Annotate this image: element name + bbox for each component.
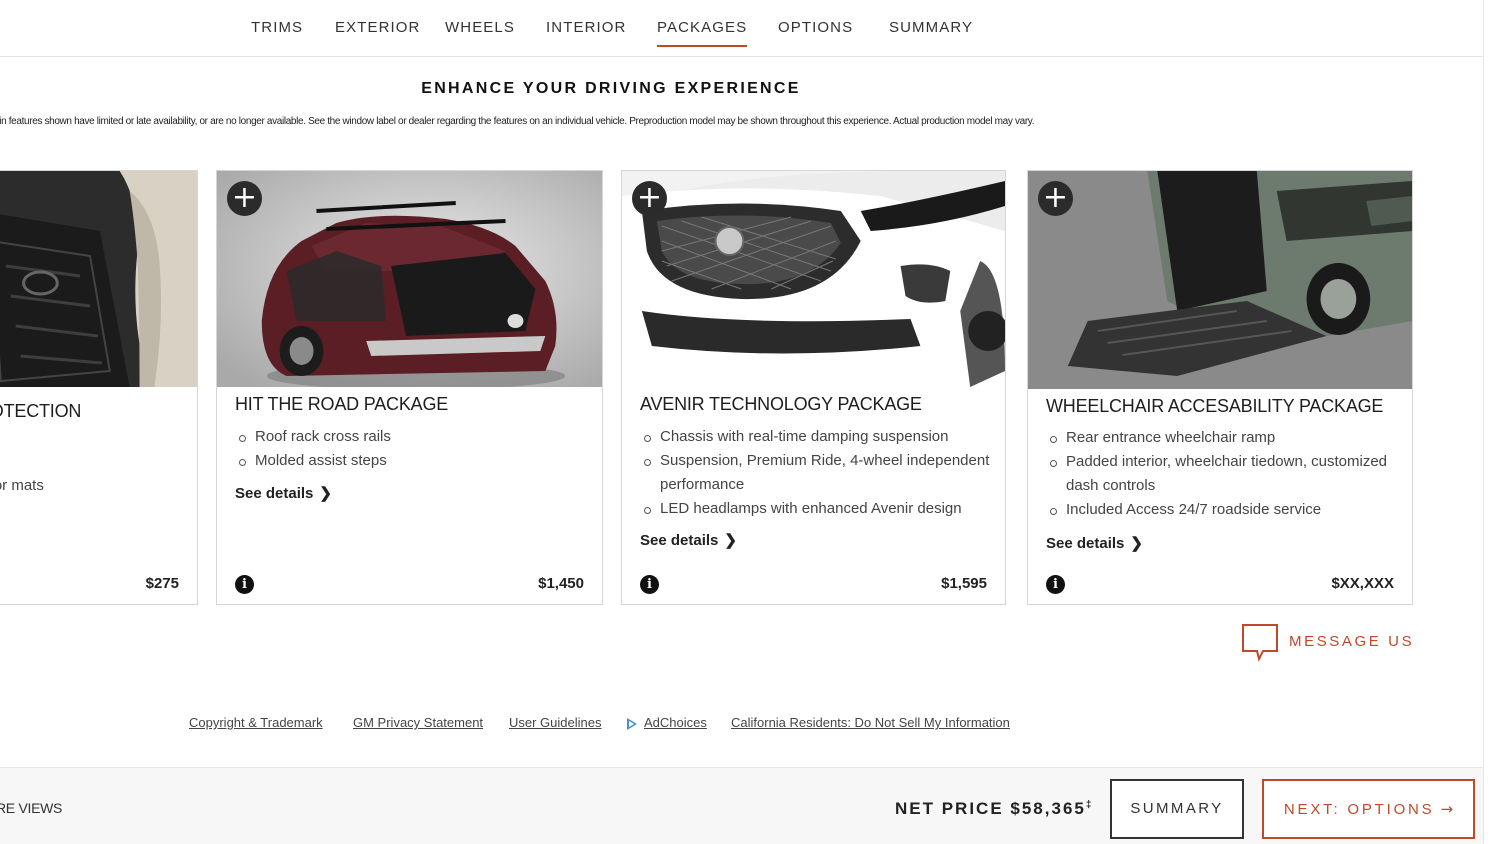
feature-list: Chassis with real-time damping suspensio… — [640, 425, 995, 521]
tab-options[interactable]: OPTIONS — [778, 19, 853, 36]
package-card-wheelchair-accessibility[interactable]: + WHEELCHAIR ACCESABILITY PACKAGE Rear e… — [1027, 170, 1413, 605]
package-title: HIT THE ROAD PACKAGE — [235, 394, 449, 414]
privacy-statement-link[interactable]: GM Privacy Statement — [353, 715, 483, 730]
tab-interior[interactable]: INTERIOR — [546, 19, 626, 36]
chevron-right-icon: ❯ — [724, 532, 737, 549]
feature-item: Included Access 24/7 roadside service — [1046, 498, 1406, 522]
package-price: $275 — [145, 575, 179, 592]
tab-exterior[interactable]: EXTERIOR — [335, 19, 420, 36]
see-details-label: See details — [1046, 535, 1125, 552]
feature-list: Rear entrance wheelchair ramp Padded int… — [1046, 426, 1406, 522]
next-options-button[interactable]: NEXT: OPTIONS → — [1262, 779, 1475, 839]
net-price-footnote-mark: ‡ — [1085, 799, 1092, 811]
feature-list: Roof rack cross rails Molded assist step… — [235, 425, 391, 473]
see-details-label: See details — [235, 485, 314, 502]
user-guidelines-link[interactable]: User Guidelines — [509, 715, 602, 730]
info-icon[interactable]: i — [235, 575, 254, 594]
price-summary-bar: RE VIEWS NET PRICE $58,365‡ SUMMARY NEXT… — [0, 767, 1483, 844]
tab-packages[interactable]: PACKAGES — [657, 19, 748, 47]
adchoices-icon — [627, 718, 637, 730]
package-card-avenir-technology[interactable]: + AVENIR TECHNOLOGY PACKAGE Chassis with… — [621, 170, 1006, 605]
more-views-link[interactable]: RE VIEWS — [0, 800, 62, 816]
package-title: ROTECTION — [0, 401, 82, 421]
net-price: NET PRICE $58,365‡ — [895, 799, 1091, 819]
feature-item: Rear entrance wheelchair ramp — [1046, 426, 1406, 450]
configurator-nav: TRIMS EXTERIOR WHEELS INTERIOR PACKAGES … — [0, 0, 1483, 57]
net-price-value: NET PRICE $58,365 — [895, 799, 1086, 818]
see-details-link[interactable]: See details ❯ — [640, 531, 737, 549]
info-icon[interactable]: i — [640, 575, 659, 594]
package-image-protection — [0, 171, 197, 387]
page-edge-divider — [1483, 0, 1484, 844]
package-price: $1,450 — [538, 575, 584, 592]
package-image-avenir-technology — [622, 171, 1005, 387]
chevron-right-icon: ❯ — [319, 485, 332, 502]
add-package-plus-icon[interactable]: + — [1038, 181, 1073, 216]
summary-button[interactable]: SUMMARY — [1110, 779, 1244, 839]
adchoices-link[interactable]: AdChoices — [644, 715, 707, 730]
see-details-link[interactable]: See details ❯ — [1046, 534, 1143, 552]
package-price: $1,595 — [941, 575, 987, 592]
tab-trims[interactable]: TRIMS — [251, 19, 303, 36]
page-title: ENHANCE YOUR DRIVING EXPERIENCE — [421, 80, 801, 97]
add-package-plus-icon[interactable]: + — [632, 181, 667, 216]
feature-item: Molded assist steps — [235, 449, 391, 473]
chat-bubble-icon — [1242, 624, 1278, 662]
package-card-hit-the-road[interactable]: + HIT THE ROAD PACKAGE Roof rack cross r… — [216, 170, 603, 605]
see-details-label: See details — [640, 532, 719, 549]
package-card-protection[interactable]: ROTECTION s floor mats t $275 — [0, 170, 198, 605]
package-title: WHEELCHAIR ACCESABILITY PACKAGE — [1046, 396, 1384, 416]
package-image-wheelchair-accessibility — [1028, 171, 1412, 389]
message-us-label: MESSAGE US — [1289, 633, 1415, 650]
availability-disclaimer: ain features shown have limited or late … — [0, 116, 1035, 127]
package-image-hit-the-road — [217, 171, 602, 387]
chevron-right-icon: ❯ — [1130, 535, 1143, 552]
feature-item: Chassis with real-time damping suspensio… — [640, 425, 995, 449]
feature-item: Roof rack cross rails — [235, 425, 391, 449]
add-package-plus-icon[interactable]: + — [227, 181, 262, 216]
do-not-sell-link[interactable]: California Residents: Do Not Sell My Inf… — [731, 715, 1010, 730]
package-price: $XX,XXX — [1331, 575, 1394, 592]
copyright-link[interactable]: Copyright & Trademark — [189, 715, 323, 730]
arrow-right-icon: → — [1440, 800, 1454, 818]
package-title: AVENIR TECHNOLOGY PACKAGE — [640, 394, 922, 414]
tab-wheels[interactable]: WHEELS — [445, 19, 515, 36]
feature-item: LED headlamps with enhanced Avenir desig… — [640, 497, 995, 521]
tab-summary[interactable]: SUMMARY — [889, 19, 973, 36]
feature-item: Suspension, Premium Ride, 4-wheel indepe… — [640, 449, 995, 497]
info-icon[interactable]: i — [1046, 575, 1065, 594]
feature-item: Padded interior, wheelchair tiedown, cus… — [1046, 450, 1406, 498]
next-options-label: NEXT: OPTIONS — [1283, 801, 1435, 818]
see-details-link[interactable]: See details ❯ — [235, 484, 332, 502]
feature-fragment: floor mats — [0, 477, 44, 494]
